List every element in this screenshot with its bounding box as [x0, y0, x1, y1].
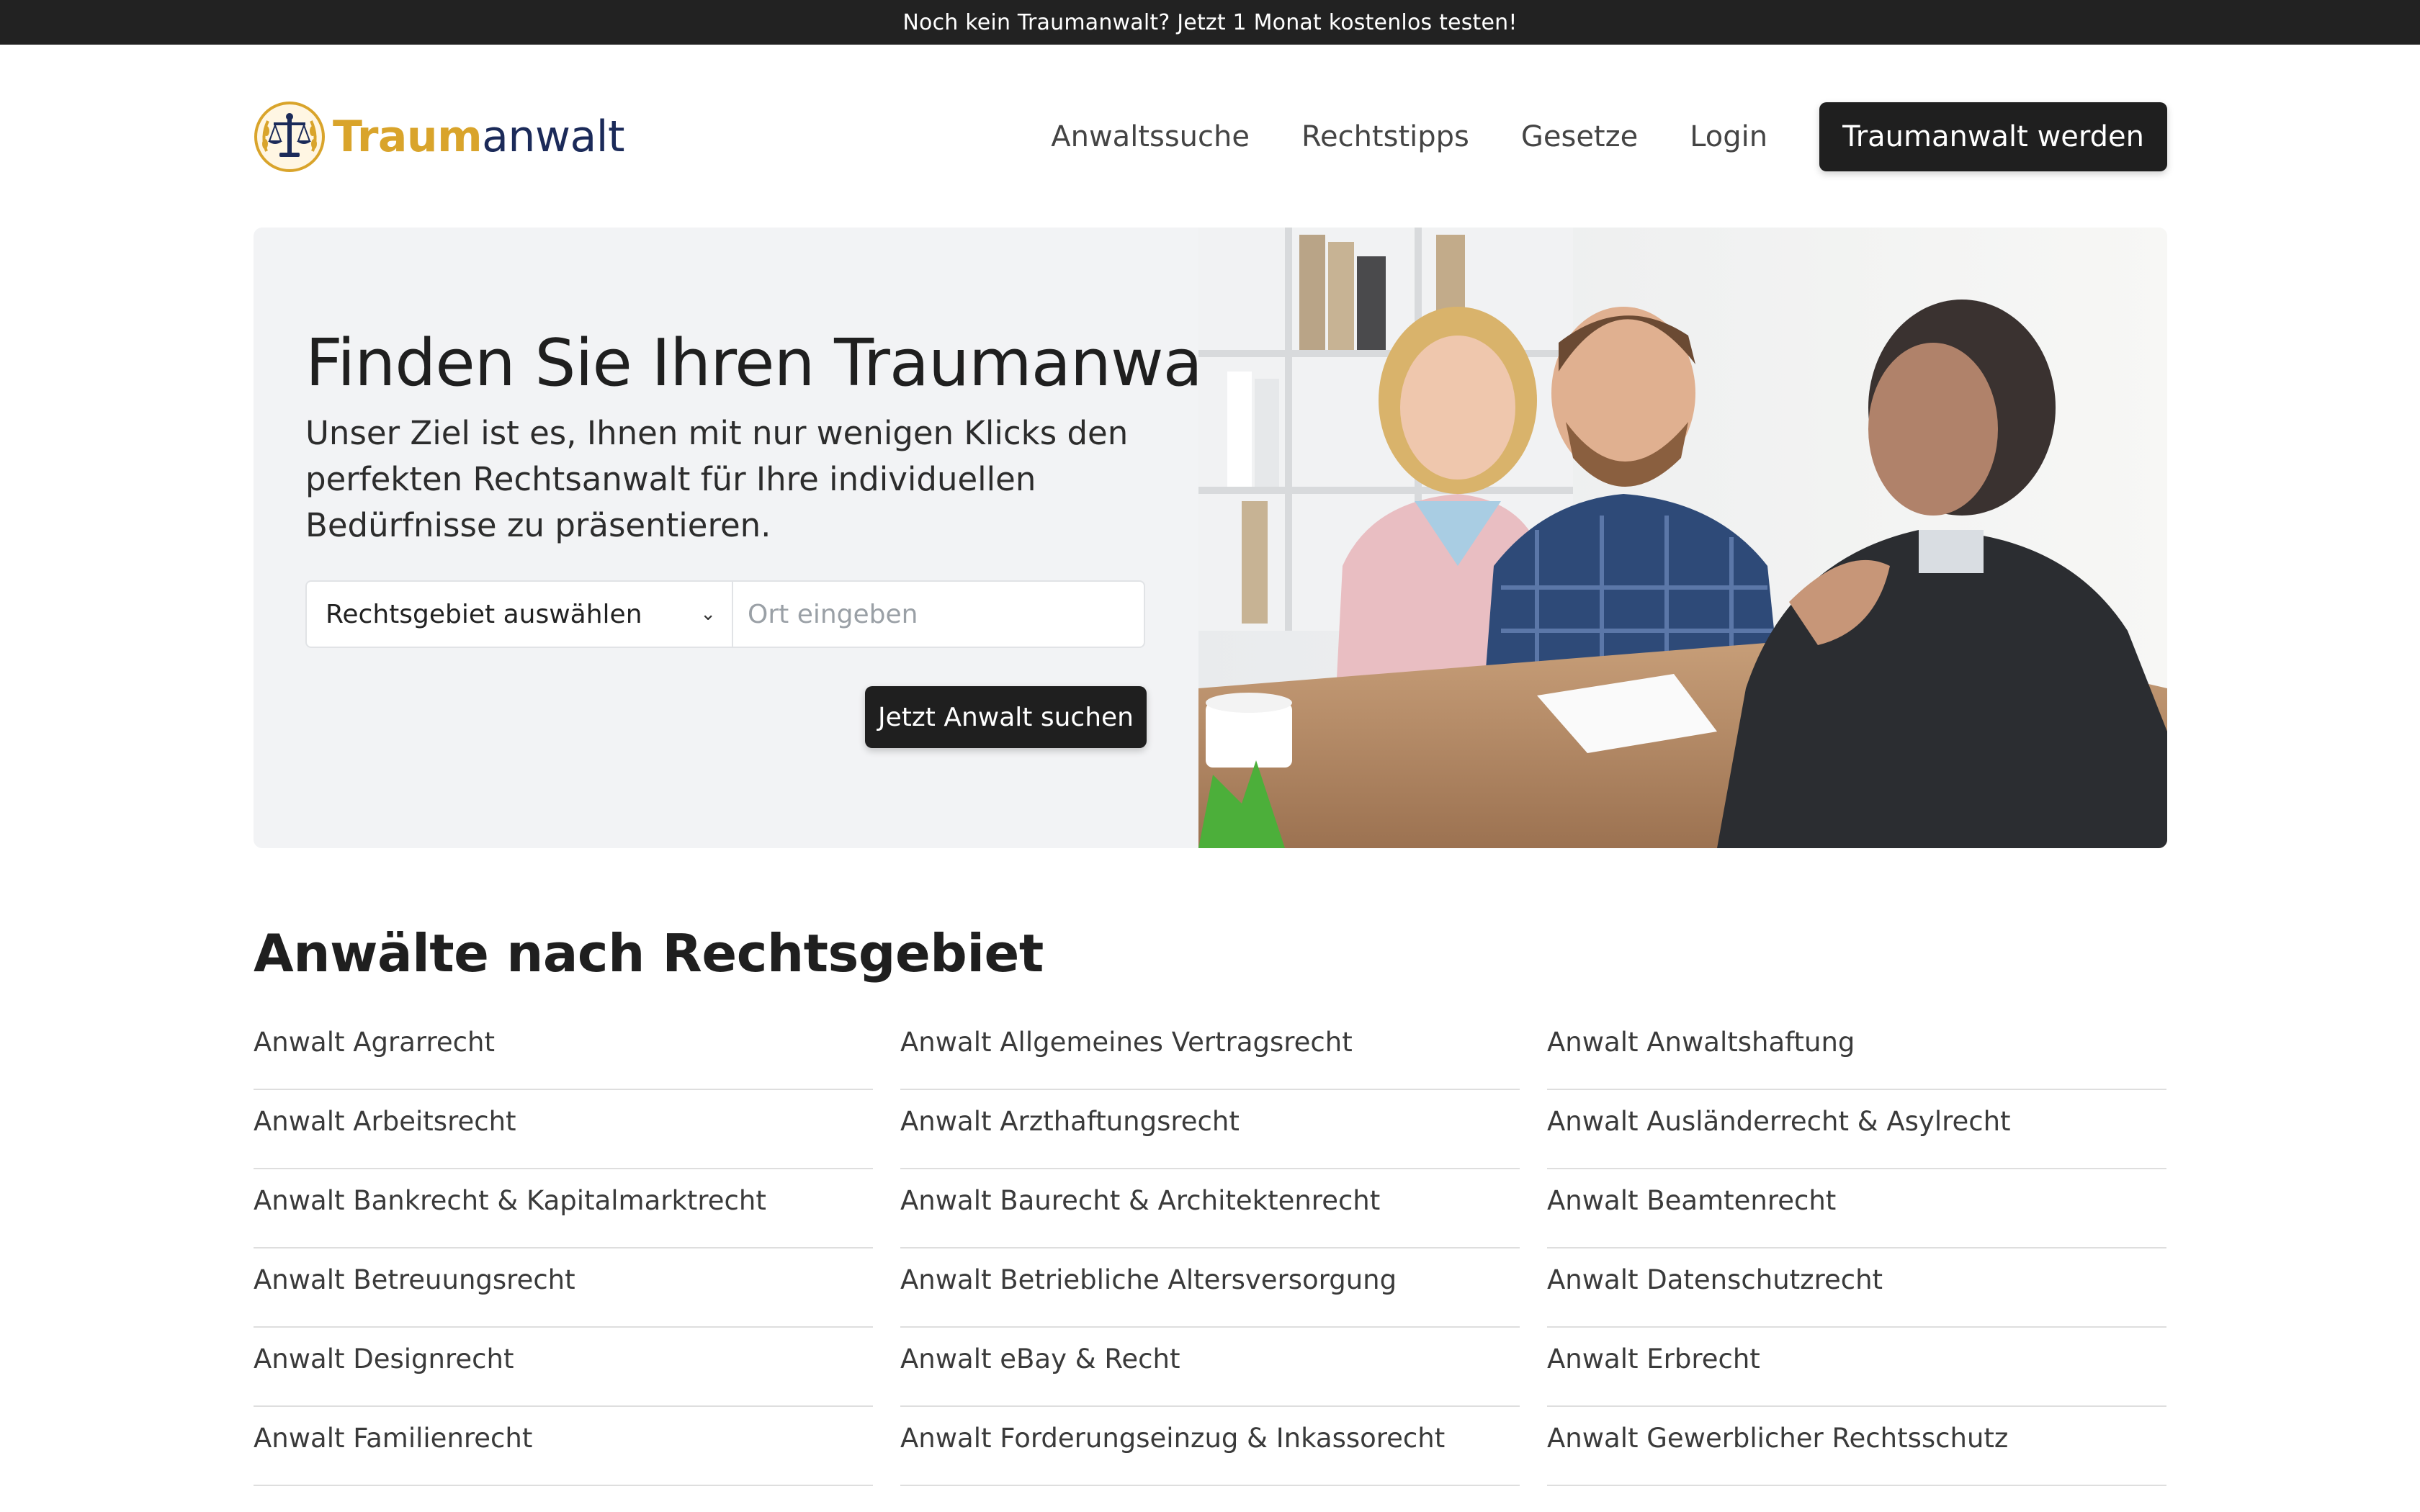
legal-area-link[interactable]: Anwalt Datenschutzrecht: [1547, 1248, 2166, 1328]
chevron-down-icon: ⌄: [700, 603, 716, 625]
legal-area-link[interactable]: Anwalt Anwaltshaftung: [1547, 1011, 2166, 1090]
logo-wordmark: Traumanwalt: [333, 112, 624, 162]
legal-area-link[interactable]: Anwalt Beamtenrecht: [1547, 1169, 2166, 1248]
legal-area-link[interactable]: Anwalt Ausländerrecht & Asylrecht: [1547, 1090, 2166, 1169]
promo-banner[interactable]: Noch kein Traumanwalt? Jetzt 1 Monat kos…: [0, 0, 2420, 45]
legal-area-link[interactable]: Anwalt Betriebliche Altersversorgung: [900, 1248, 1520, 1328]
legal-area-link[interactable]: Anwalt Arzthaftungsrecht: [900, 1090, 1520, 1169]
hero-search-panel: Finden Sie Ihren Traumanwalt Unser Ziel …: [254, 228, 1245, 848]
logo[interactable]: Traumanwalt: [254, 101, 624, 173]
legal-area-select[interactable]: Rechtsgebiet auswählen ⌄: [307, 582, 733, 647]
legal-area-link[interactable]: Anwalt Betreuungsrecht: [254, 1248, 873, 1328]
legal-area-link[interactable]: Anwalt Designrecht: [254, 1328, 873, 1407]
nav-rechtstipps[interactable]: Rechtstipps: [1301, 120, 1469, 153]
legal-area-link[interactable]: Anwalt Familienrecht: [254, 1407, 873, 1486]
location-input[interactable]: [733, 582, 1144, 647]
legal-area-link[interactable]: Anwalt Arbeitsrecht: [254, 1090, 873, 1169]
legal-area-link[interactable]: Anwalt Baurecht & Architektenrecht: [900, 1169, 1520, 1248]
legal-area-link[interactable]: Anwalt Agrarrecht: [254, 1011, 873, 1090]
legal-area-link[interactable]: Anwalt Allgemeines Vertragsrecht: [900, 1011, 1520, 1090]
nav-anwaltssuche[interactable]: Anwaltssuche: [1051, 120, 1250, 153]
legal-area-link[interactable]: Anwalt Forderungseinzug & Inkassorecht: [900, 1407, 1520, 1486]
consultation-photo: [1198, 228, 2167, 848]
legal-area-link[interactable]: Anwalt eBay & Recht: [900, 1328, 1520, 1407]
main-nav: Anwaltssuche Rechtstipps Gesetze Login T…: [999, 102, 2167, 171]
scales-of-justice-icon: [254, 102, 325, 172]
logo-word-traum: Traum: [333, 112, 483, 162]
hero-title: Finden Sie Ihren Traumanwalt: [305, 325, 1245, 401]
hero-photo: [1198, 228, 2167, 848]
legal-area-link[interactable]: Anwalt Erbrecht: [1547, 1328, 2166, 1407]
legal-area-link[interactable]: Anwalt Gewerblicher Rechtsschutz: [1547, 1407, 2166, 1486]
hero-subtitle: Unser Ziel ist es, Ihnen mit nur wenigen…: [305, 414, 1129, 544]
legal-area-select-value: Rechtsgebiet auswählen: [326, 599, 642, 629]
legal-area-list: Anwalt Agrarrecht Anwalt Allgemeines Ver…: [254, 1011, 2167, 1486]
nav-login[interactable]: Login: [1690, 120, 1767, 153]
search-lawyer-button[interactable]: Jetzt Anwalt suchen: [865, 686, 1147, 748]
section-title: Anwälte nach Rechtsgebiet: [254, 923, 1044, 984]
legal-area-link[interactable]: Anwalt Bankrecht & Kapitalmarktrecht: [254, 1169, 873, 1248]
hero: Finden Sie Ihren Traumanwalt Unser Ziel …: [254, 228, 2167, 848]
promo-banner-text: Noch kein Traumanwalt? Jetzt 1 Monat kos…: [902, 9, 1518, 35]
site-header: Traumanwalt Anwaltssuche Rechtstipps Ges…: [254, 101, 2167, 173]
become-lawyer-button[interactable]: Traumanwalt werden: [1819, 102, 2167, 171]
nav-gesetze[interactable]: Gesetze: [1521, 120, 1638, 153]
logo-word-anwalt: anwalt: [482, 112, 624, 162]
search-form: Rechtsgebiet auswählen ⌄: [305, 580, 1145, 648]
